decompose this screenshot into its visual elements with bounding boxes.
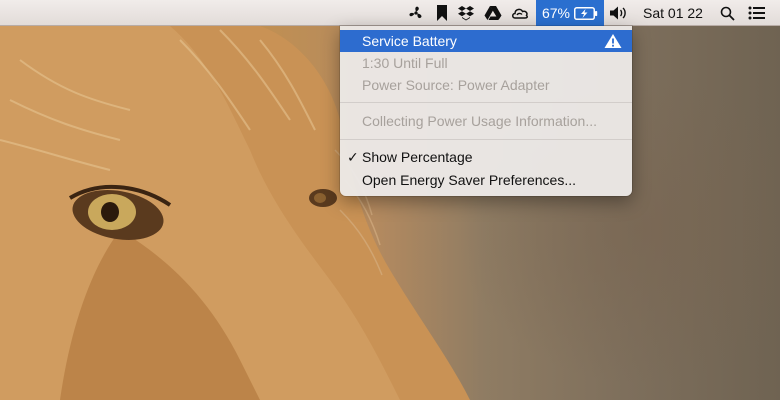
bookmark-icon[interactable] [432, 0, 452, 26]
menu-item-label: Show Percentage [362, 149, 473, 165]
menu-item-power-source: Power Source: Power Adapter [340, 74, 632, 96]
menu-item-label: Open Energy Saver Preferences... [362, 172, 576, 188]
menu-item-energy-saver-preferences[interactable]: Open Energy Saver Preferences... [340, 169, 632, 191]
battery-charging-icon [574, 6, 598, 20]
menu-item-label: Power Source: Power Adapter [362, 77, 550, 93]
menu-separator [340, 139, 632, 140]
menu-item-label: Collecting Power Usage Information... [362, 113, 597, 129]
menu-item-collecting-usage: Collecting Power Usage Information... [340, 110, 632, 132]
menu-bar-clock[interactable]: Sat 01 22 [636, 0, 710, 26]
notification-list-icon[interactable] [744, 0, 770, 26]
menu-item-label: Service Battery [362, 33, 457, 49]
menu-item-label: 1:30 Until Full [362, 55, 448, 71]
menu-item-time-until-full: 1:30 Until Full [340, 52, 632, 74]
menu-bar: 67% Sat 01 22 [0, 0, 780, 26]
menu-separator [340, 102, 632, 103]
fan-icon[interactable] [405, 0, 427, 26]
dropbox-icon[interactable] [455, 0, 477, 26]
battery-menu-extra[interactable]: 67% [536, 0, 604, 26]
battery-dropdown-menu: Service Battery 1:30 Until Full Power So… [340, 26, 632, 196]
search-icon[interactable] [716, 0, 738, 26]
cloud-sync-icon[interactable] [508, 0, 532, 26]
battery-percent-label: 67% [541, 5, 571, 21]
menu-item-service-battery[interactable]: Service Battery [340, 30, 632, 52]
volume-icon[interactable] [606, 0, 632, 26]
google-drive-icon[interactable] [482, 0, 504, 26]
checkmark-icon: ✓ [347, 149, 359, 165]
menu-item-show-percentage[interactable]: ✓ Show Percentage [340, 146, 632, 168]
